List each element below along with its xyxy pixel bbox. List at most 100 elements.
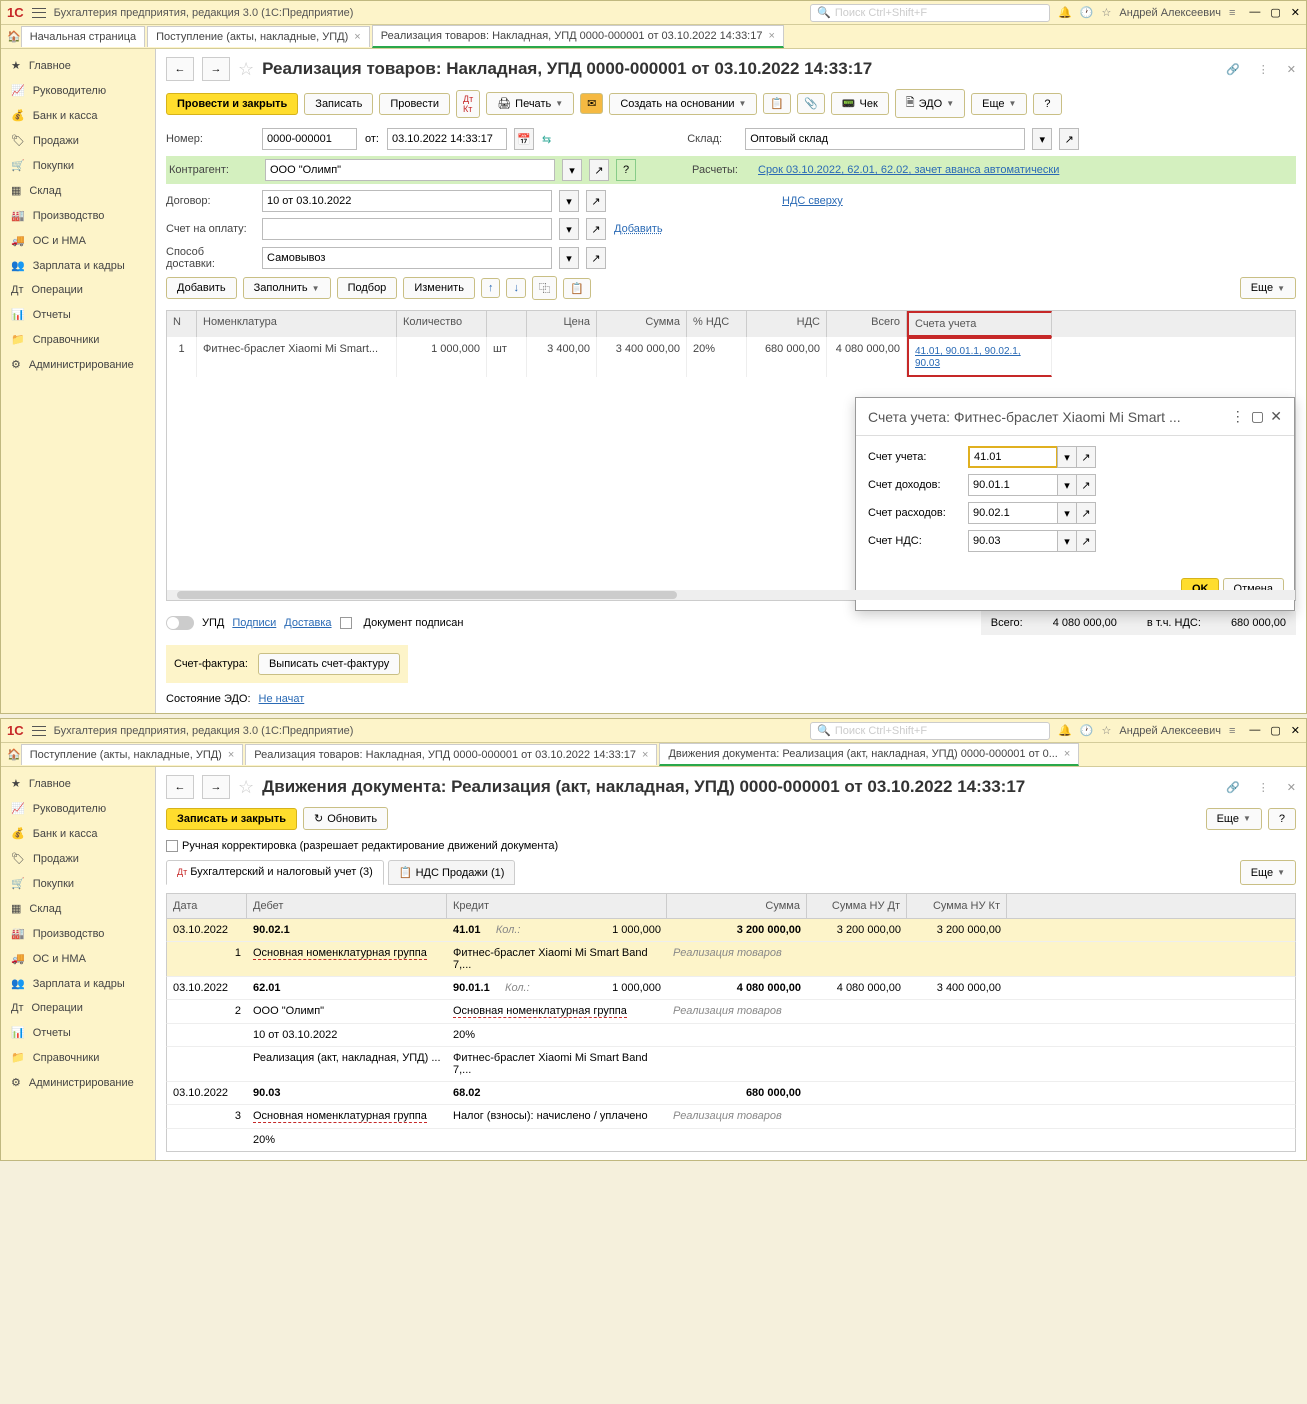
close-icon[interactable]: ✕ — [1270, 408, 1282, 425]
close-icon[interactable]: × — [354, 31, 360, 43]
settings-icon[interactable]: ≡ — [1229, 7, 1235, 19]
dropdown-icon[interactable]: ▾ — [559, 190, 579, 212]
check-button[interactable]: 📟 Чек — [831, 92, 889, 115]
open-icon[interactable]: ↗ — [1076, 446, 1096, 468]
nav-manager[interactable]: 📈 Руководителю — [1, 78, 155, 103]
back-button[interactable]: ← — [166, 775, 194, 799]
nds-link[interactable]: НДС сверху — [782, 195, 843, 207]
print-button[interactable]: 🖨 Печать ▼ — [486, 92, 574, 115]
open-icon[interactable]: ↗ — [586, 190, 606, 212]
tab-nds[interactable]: 📋 НДС Продажи (1) — [388, 860, 516, 885]
invoice-input[interactable] — [262, 218, 552, 240]
link-icon[interactable]: 🔗 — [1226, 63, 1240, 76]
add-button[interactable]: Добавить — [166, 277, 237, 299]
open-icon[interactable]: ↗ — [589, 159, 609, 181]
write-close-button[interactable]: Записать и закрыть — [166, 808, 297, 830]
nav-reports[interactable]: 📊 Отчеты — [1, 302, 155, 327]
edo-state-link[interactable]: Не начат — [259, 693, 305, 705]
income-account-input[interactable] — [968, 474, 1058, 496]
post-close-button[interactable]: Провести и закрыть — [166, 93, 298, 115]
manual-checkbox[interactable] — [166, 840, 178, 852]
more-button[interactable]: Еще ▼ — [1240, 860, 1296, 885]
back-button[interactable]: ← — [166, 57, 194, 81]
refresh-button[interactable]: ↻ Обновить — [303, 807, 388, 830]
grid-row[interactable]: 1 Фитнес-браслет Xiaomi Mi Smart... 1 00… — [167, 337, 1295, 377]
select-button[interactable]: Подбор — [337, 277, 398, 299]
calendar-icon[interactable]: 📅 — [514, 128, 534, 150]
delivery-input[interactable] — [262, 247, 552, 269]
clock-icon[interactable]: 🕐 — [1080, 6, 1094, 19]
help-icon[interactable]: ? — [616, 159, 636, 181]
home-icon[interactable]: 🏠 — [7, 30, 21, 43]
record-button[interactable]: Записать — [304, 93, 373, 115]
num-input[interactable] — [262, 128, 357, 150]
help-button[interactable]: ? — [1268, 808, 1296, 830]
tab-movements[interactable]: Движения документа: Реализация (акт, нак… — [659, 743, 1079, 766]
entry-row[interactable]: 03.10.2022 90.03 68.02 680 000,00 — [166, 1082, 1296, 1105]
signed-checkbox[interactable] — [340, 617, 352, 629]
expense-account-input[interactable] — [968, 502, 1058, 524]
delivery-link[interactable]: Доставка — [284, 617, 331, 629]
contragent-input[interactable] — [265, 159, 555, 181]
entry-row[interactable]: 03.10.2022 62.01 90.01.1 Кол.: 1 000,000… — [166, 977, 1296, 1000]
tab-receipt[interactable]: Поступление (акты, накладные, УПД)× — [21, 744, 244, 765]
upd-toggle[interactable] — [166, 616, 194, 630]
home-icon[interactable]: 🏠 — [7, 748, 21, 761]
global-search[interactable]: 🔍 Поиск Ctrl+Shift+F — [810, 4, 1050, 22]
close-icon[interactable]: ✕ — [1291, 6, 1300, 19]
entry-row[interactable]: 03.10.2022 90.02.1 41.01 Кол.: 1 000,000… — [166, 919, 1296, 942]
calc-link[interactable]: Срок 03.10.2022, 62.01, 62.02, зачет ава… — [758, 164, 1059, 176]
scrollbar[interactable] — [167, 590, 1295, 600]
nav-assets[interactable]: 🚚 ОС и НМА — [1, 228, 155, 253]
maximize-icon[interactable]: ▢ — [1251, 408, 1264, 425]
nav-main[interactable]: ★ Главное — [1, 53, 155, 78]
change-button[interactable]: Изменить — [403, 277, 475, 299]
accounts-link[interactable]: 41.01, 90.01.1, 90.02.1, 90.03 — [915, 346, 1021, 369]
signs-link[interactable]: Подписи — [232, 617, 276, 629]
global-search[interactable]: 🔍 Поиск Ctrl+Shift+F — [810, 722, 1050, 740]
clock-icon[interactable]: 🕐 — [1080, 724, 1094, 737]
tab-accounting[interactable]: Дт Бухгалтерский и налоговый учет (3) — [166, 860, 384, 885]
up-icon[interactable]: ↑ — [481, 278, 501, 298]
bell-icon[interactable]: 🔔 — [1058, 6, 1072, 19]
dropdown-icon[interactable]: ▾ — [1032, 128, 1052, 150]
date-input[interactable] — [387, 128, 507, 150]
dropdown-icon[interactable]: ▾ — [559, 247, 579, 269]
nav-salary[interactable]: 👥 Зарплата и кадры — [1, 253, 155, 278]
dropdown-icon[interactable]: ▾ — [562, 159, 582, 181]
forward-button[interactable]: → — [202, 57, 230, 81]
dropdown-icon[interactable]: ▾ — [559, 218, 579, 240]
nav-catalogs[interactable]: 📁 Справочники — [1, 327, 155, 352]
fill-button[interactable]: Заполнить ▼ — [243, 277, 331, 299]
burger-icon[interactable] — [32, 8, 46, 18]
bell-icon[interactable]: 🔔 — [1058, 724, 1072, 737]
copy-icon[interactable]: ⿻ — [532, 276, 557, 300]
mail-icon[interactable]: ✉ — [580, 93, 603, 114]
nav-purchases[interactable]: 🛒 Покупки — [1, 153, 155, 178]
star-icon[interactable]: ☆ — [1102, 6, 1112, 19]
list-icon[interactable]: 📋 — [763, 93, 791, 114]
burger-icon[interactable] — [32, 726, 46, 736]
edo-button[interactable]: 🗎 ЭДО ▼ — [895, 89, 965, 118]
help-button[interactable]: ? — [1033, 93, 1061, 115]
issue-invoice-button[interactable]: Выписать счет-фактуру — [258, 653, 400, 675]
close-icon[interactable]: ✕ — [1287, 63, 1296, 76]
star-icon[interactable]: ☆ — [1102, 724, 1112, 737]
close-icon[interactable]: × — [768, 30, 774, 42]
post-button[interactable]: Провести — [379, 93, 450, 115]
paste-icon[interactable]: 📋 — [563, 278, 591, 299]
nav-sales[interactable]: 🏷 Продажи — [1, 128, 155, 153]
tab-sales[interactable]: Реализация товаров: Накладная, УПД 0000-… — [245, 744, 657, 765]
user-name[interactable]: Андрей Алексеевич — [1119, 7, 1221, 19]
acc-account-input[interactable] — [968, 446, 1058, 468]
nav-production[interactable]: 🏭 Производство — [1, 203, 155, 228]
nds-account-input[interactable] — [968, 530, 1058, 552]
forward-button[interactable]: → — [202, 775, 230, 799]
maximize-icon[interactable]: ▢ — [1270, 6, 1280, 19]
attach-icon[interactable]: 📎 — [797, 93, 825, 114]
nav-bank[interactable]: 💰 Банк и касса — [1, 103, 155, 128]
more-button[interactable]: Еще ▼ — [1240, 277, 1296, 299]
nav-operations[interactable]: Дт Операции — [1, 278, 155, 302]
more-icon[interactable]: ⋮ — [1258, 63, 1269, 76]
tab-sales[interactable]: Реализация товаров: Накладная, УПД 0000-… — [372, 25, 784, 48]
